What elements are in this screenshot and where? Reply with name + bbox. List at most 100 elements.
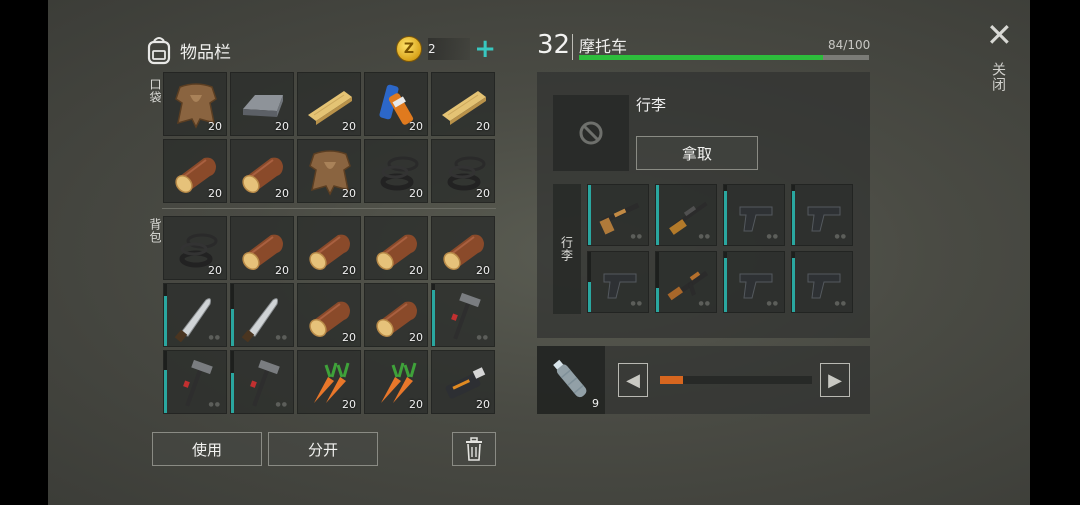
- item-count: 20: [342, 331, 356, 344]
- item-count: 20: [409, 187, 423, 200]
- durability-bar: [231, 351, 234, 413]
- item-count: 20: [409, 398, 423, 411]
- durability-fill: [588, 185, 591, 245]
- item-count: 20: [409, 264, 423, 277]
- use-button[interactable]: 使用: [152, 432, 262, 466]
- durability-bar: [724, 252, 727, 312]
- inventory-title: 物品栏: [180, 42, 231, 63]
- item-count: 20: [476, 120, 490, 133]
- durability-fill: [724, 258, 727, 312]
- backpack-icon: [147, 37, 171, 65]
- close-label[interactable]: 关闭: [988, 62, 1008, 92]
- backpack-slot[interactable]: ●●: [230, 283, 294, 347]
- backpack-slot[interactable]: 20: [163, 216, 227, 280]
- backpack-slot[interactable]: 20: [431, 350, 495, 414]
- item-count: 20: [409, 120, 423, 133]
- inventory-screen: 物品栏 Z 2 + 口袋 背包 20 20 20 20 20 20 20 20 20 20 20 2…: [48, 0, 1030, 505]
- quality-dots: ●●: [275, 401, 288, 408]
- item-count: 20: [275, 120, 289, 133]
- weapon-slot[interactable]: ●●: [723, 184, 785, 246]
- quality-dots: ●●: [476, 334, 489, 341]
- fuel-slot[interactable]: 9: [537, 346, 605, 414]
- backpack-slot[interactable]: 20: [297, 283, 361, 347]
- item-count: 20: [275, 264, 289, 277]
- weapons-label: 行李: [559, 236, 574, 262]
- take-button[interactable]: 拿取: [636, 136, 758, 170]
- durability-bar: [724, 185, 727, 245]
- quality-dots: ●●: [208, 401, 221, 408]
- quality-dots: ●●: [275, 334, 288, 341]
- durability-bar: [164, 284, 167, 346]
- backpack-slot[interactable]: 20: [364, 283, 428, 347]
- fuel-increase-button[interactable]: ▶: [820, 363, 850, 397]
- backpack-slot[interactable]: 20: [431, 216, 495, 280]
- durability-fill: [164, 296, 167, 346]
- weapon-slot[interactable]: ●●: [655, 184, 717, 246]
- quality-dots: ●●: [630, 233, 643, 240]
- durability-fill: [724, 191, 727, 245]
- pocket-slot[interactable]: 20: [297, 72, 361, 136]
- pocket-slot[interactable]: 20: [364, 72, 428, 136]
- pocket-slot[interactable]: 20: [163, 72, 227, 136]
- weapon-slot[interactable]: ●●: [791, 251, 853, 313]
- backpack-slot[interactable]: 20: [297, 350, 361, 414]
- durability-bar: [588, 185, 591, 245]
- close-icon: ✕: [986, 16, 1013, 54]
- durability-fill: [656, 185, 659, 245]
- blocked-icon: [579, 121, 603, 145]
- pocket-slot[interactable]: 20: [163, 139, 227, 203]
- water-bottle-icon: [553, 359, 587, 398]
- weapon-slot[interactable]: ●●: [587, 184, 649, 246]
- weapon-slot[interactable]: ●●: [655, 251, 717, 313]
- backpack-slot[interactable]: ●●: [163, 350, 227, 414]
- arrow-left-icon: ◀: [626, 369, 640, 391]
- vehicle-title-divider: [572, 34, 573, 60]
- item-count: 20: [342, 398, 356, 411]
- item-count: 20: [208, 120, 222, 133]
- trash-button[interactable]: [452, 432, 496, 466]
- fuel-decrease-button[interactable]: ◀: [618, 363, 648, 397]
- durability-bar: [656, 185, 659, 245]
- pocket-slot[interactable]: 20: [230, 139, 294, 203]
- durability-fill: [656, 288, 659, 312]
- pocket-slot[interactable]: 20: [230, 72, 294, 136]
- close-button[interactable]: ✕: [986, 19, 1013, 51]
- quality-dots: ●●: [766, 233, 779, 240]
- fuel-slider-fill: [660, 376, 683, 384]
- quality-dots: ●●: [698, 233, 711, 240]
- coin-balance: Z 2 +: [396, 36, 496, 62]
- weapon-slot[interactable]: ●●: [723, 251, 785, 313]
- backpack-slot[interactable]: 20: [364, 216, 428, 280]
- pocket-label: 口袋: [148, 78, 162, 104]
- coin-icon: Z: [396, 36, 422, 62]
- pocket-slot[interactable]: 20: [431, 72, 495, 136]
- luggage-slot[interactable]: [553, 95, 629, 171]
- pocket-slot[interactable]: 20: [364, 139, 428, 203]
- vehicle-hp-fill: [579, 55, 823, 60]
- item-count: 20: [476, 264, 490, 277]
- quality-dots: ●●: [834, 300, 847, 307]
- durability-fill: [231, 372, 234, 413]
- split-button[interactable]: 分开: [268, 432, 378, 466]
- weapon-slot[interactable]: ●●: [791, 184, 853, 246]
- quality-dots: ●●: [766, 300, 779, 307]
- trash-icon: [466, 437, 482, 461]
- backpack-slot[interactable]: 20: [230, 216, 294, 280]
- durability-bar: [588, 252, 591, 312]
- vehicle-level: 32: [537, 30, 571, 60]
- fuel-slider[interactable]: [660, 376, 812, 384]
- backpack-slot[interactable]: 20: [297, 216, 361, 280]
- durability-fill: [792, 191, 795, 245]
- add-coins-button[interactable]: +: [474, 36, 496, 62]
- backpack-slot[interactable]: ●●: [230, 350, 294, 414]
- pocket-slot[interactable]: 20: [297, 139, 361, 203]
- durability-fill: [164, 369, 167, 413]
- backpack-slot[interactable]: ●●: [431, 283, 495, 347]
- pocket-slot[interactable]: 20: [431, 139, 495, 203]
- weapon-slot[interactable]: ●●: [587, 251, 649, 313]
- backpack-slot[interactable]: 20: [364, 350, 428, 414]
- quality-dots: ●●: [630, 300, 643, 307]
- backpack-slot[interactable]: ●●: [163, 283, 227, 347]
- vehicle-hp-text: 84/100: [828, 38, 871, 52]
- arrow-right-icon: ▶: [828, 369, 842, 391]
